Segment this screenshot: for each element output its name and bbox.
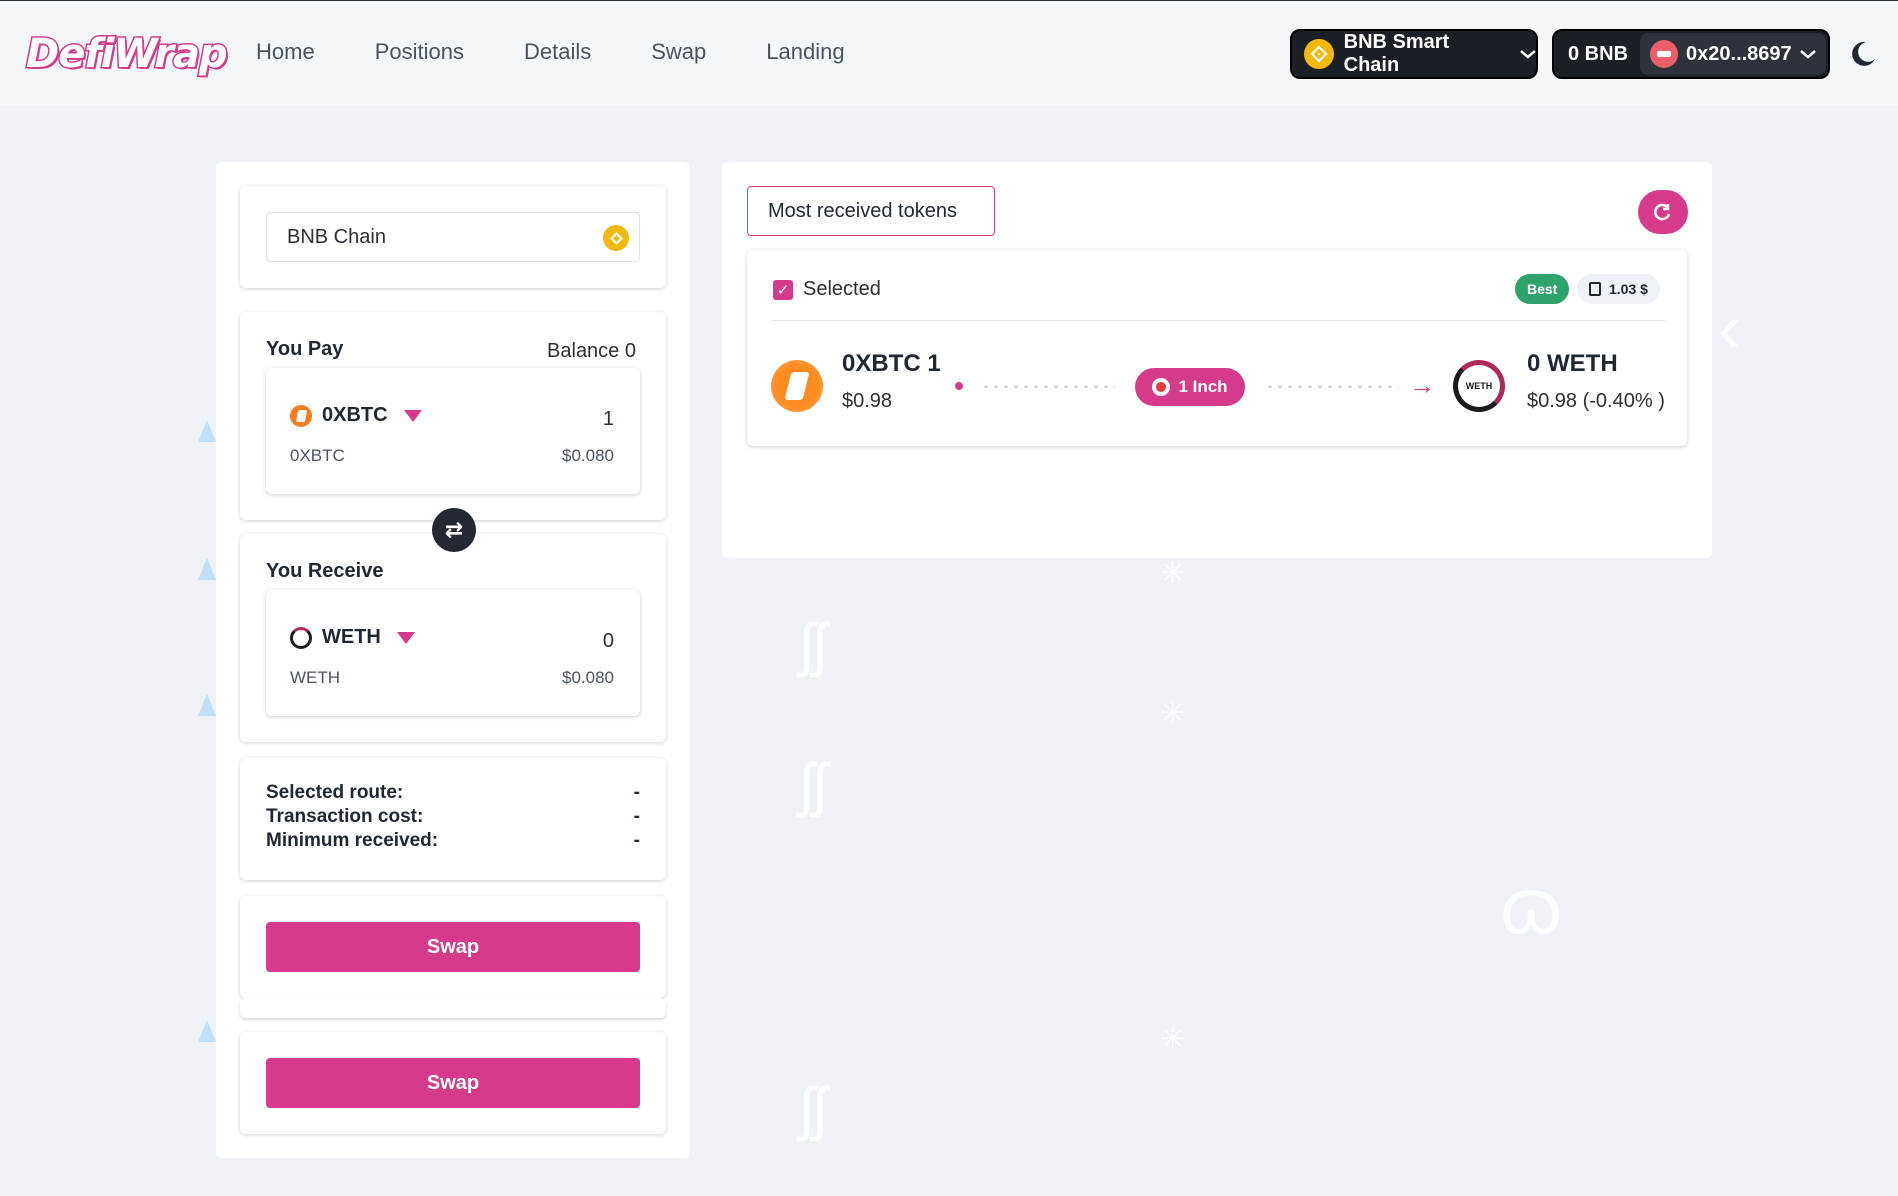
chain-card: BNB Chain (240, 186, 666, 288)
oxbtc-icon (290, 404, 312, 427)
route-start-dot (955, 382, 963, 390)
route-line (1265, 385, 1399, 388)
info-value: - (633, 782, 640, 803)
pay-token-box: 0XBTC 1 0XBTC $0.080 (266, 368, 640, 494)
nav-positions[interactable]: Positions (375, 39, 464, 65)
gas-pump-icon (1589, 282, 1601, 296)
info-minimum-received: Minimum received: - (266, 830, 640, 852)
route-info-card: Selected route: - Transaction cost: - Mi… (240, 758, 666, 880)
pay-title: You Pay (266, 338, 344, 360)
caret-down-icon (396, 631, 415, 644)
weth-icon (290, 626, 312, 649)
info-selected-route: Selected route: - (266, 782, 640, 804)
to-amount: 0 WETH (1527, 350, 1618, 377)
swap-card-secondary: Swap (240, 1032, 666, 1134)
receive-title: You Receive (266, 560, 384, 582)
pay-token-name: 0XBTC (290, 446, 345, 465)
chain-select-value: BNB Chain (287, 225, 386, 248)
from-amount: 0XBTC 1 (842, 350, 941, 377)
oxbtc-icon (771, 360, 823, 412)
routes-panel: Most received tokens ✓ Selected Best 1.0… (722, 162, 1712, 558)
from-usd-value: $0.98 (842, 390, 893, 412)
pay-amount[interactable]: 1 (603, 408, 614, 431)
pay-token-symbol: 0XBTC (322, 404, 388, 426)
arrow-right-icon: → (1409, 370, 1435, 400)
wallet-button: 0 BNB 0x20...8697 (1552, 29, 1830, 79)
pay-card: You Pay Balance 0 0XBTC 1 0XBTC $0.080 (240, 312, 666, 520)
network-label: BNB Smart Chain (1343, 31, 1450, 76)
receive-token-selector[interactable]: WETH (290, 626, 415, 649)
checkbox-icon[interactable]: ✓ (773, 280, 793, 300)
route-line (981, 385, 1115, 388)
refresh-icon[interactable] (1638, 190, 1688, 234)
pay-token-selector[interactable]: 0XBTC (290, 404, 422, 427)
pay-usd-value: $0.080 (562, 446, 614, 465)
top-navbar: DefiWrap Home Positions Details Swap Lan… (0, 0, 1898, 106)
gas-cost: 1.03 $ (1609, 281, 1648, 297)
logo[interactable]: DefiWrap (25, 30, 230, 79)
protocol-badge[interactable]: 1 Inch (1135, 368, 1245, 406)
decor-star: ✳ (1160, 1023, 1186, 1056)
nav-swap[interactable]: Swap (651, 39, 706, 65)
receive-amount: 0 (602, 630, 614, 652)
decor-triangle (198, 694, 216, 716)
caret-down-icon (403, 409, 422, 422)
network-selector-button[interactable]: BNB Smart Chain (1290, 29, 1538, 79)
decor-chevron: ‹ (1718, 289, 1742, 367)
info-value: - (633, 806, 640, 827)
selected-label: Selected (803, 278, 881, 300)
swap-arrows-icon[interactable]: ⇄ (432, 508, 476, 552)
nav-home[interactable]: Home (256, 39, 315, 65)
decor-swirl: ɷ (1500, 861, 1563, 950)
oneinch-icon (1152, 378, 1171, 396)
decor-squiggle: ʃʃ (800, 751, 827, 818)
decor-star: ✳ (1160, 557, 1186, 590)
receive-card: You Receive WETH 0 WETH $0.080 (240, 534, 666, 742)
swap-button[interactable]: Swap (266, 922, 640, 972)
info-label: Minimum received: (266, 830, 439, 851)
chevron-down-icon (1520, 50, 1536, 59)
card-divider (240, 998, 666, 1018)
nav-landing[interactable]: Landing (766, 39, 844, 65)
swap-card: Swap (240, 896, 666, 998)
receive-usd-value: $0.080 (562, 668, 614, 687)
receive-token-symbol: WETH (322, 626, 381, 648)
decor-squiggle: ʃʃ (800, 611, 827, 678)
weth-icon: WETH (1453, 360, 1505, 412)
receive-token-box: WETH 0 WETH $0.080 (266, 590, 640, 716)
decor-triangle (198, 420, 216, 442)
to-usd-value: $0.98 (-0.40% ) (1527, 390, 1665, 412)
decor-triangle (198, 1020, 216, 1042)
wallet-address: 0x20...8697 (1686, 42, 1792, 65)
account-button[interactable]: 0x20...8697 (1640, 33, 1826, 75)
info-label: Selected route: (266, 782, 404, 803)
nav-details[interactable]: Details (524, 39, 591, 65)
pay-balance: Balance 0 (547, 340, 636, 362)
moon-icon[interactable] (1848, 39, 1878, 69)
decor-star: ✳ (1160, 697, 1186, 730)
chain-select[interactable]: BNB Chain (266, 212, 640, 262)
divider (771, 320, 1665, 321)
swap-panel: BNB Chain You Pay Balance 0 0XBTC 1 0XBT… (216, 162, 690, 1158)
wallet-balance: 0 BNB (1568, 42, 1629, 65)
info-label: Transaction cost: (266, 806, 424, 827)
swap-button-secondary[interactable]: Swap (266, 1058, 640, 1108)
main-nav: Home Positions Details Swap Landing (256, 39, 905, 65)
avatar-icon (1650, 40, 1679, 68)
protocol-name: 1 Inch (1178, 377, 1228, 396)
gas-badge: 1.03 $ (1577, 274, 1660, 304)
decor-squiggle: ʃʃ (800, 1075, 827, 1142)
info-value: - (633, 830, 640, 851)
chevron-down-icon (1799, 50, 1816, 59)
route-card[interactable]: ✓ Selected Best 1.03 $ 0XBTC 1 $0.98 1 I… (747, 250, 1687, 446)
best-badge: Best (1515, 274, 1570, 304)
receive-token-name: WETH (290, 668, 341, 687)
bnb-icon (603, 225, 629, 251)
bnb-icon (1304, 39, 1334, 69)
info-transaction-cost: Transaction cost: - (266, 806, 640, 828)
tab-most-received[interactable]: Most received tokens (747, 186, 995, 236)
decor-triangle (198, 558, 216, 580)
